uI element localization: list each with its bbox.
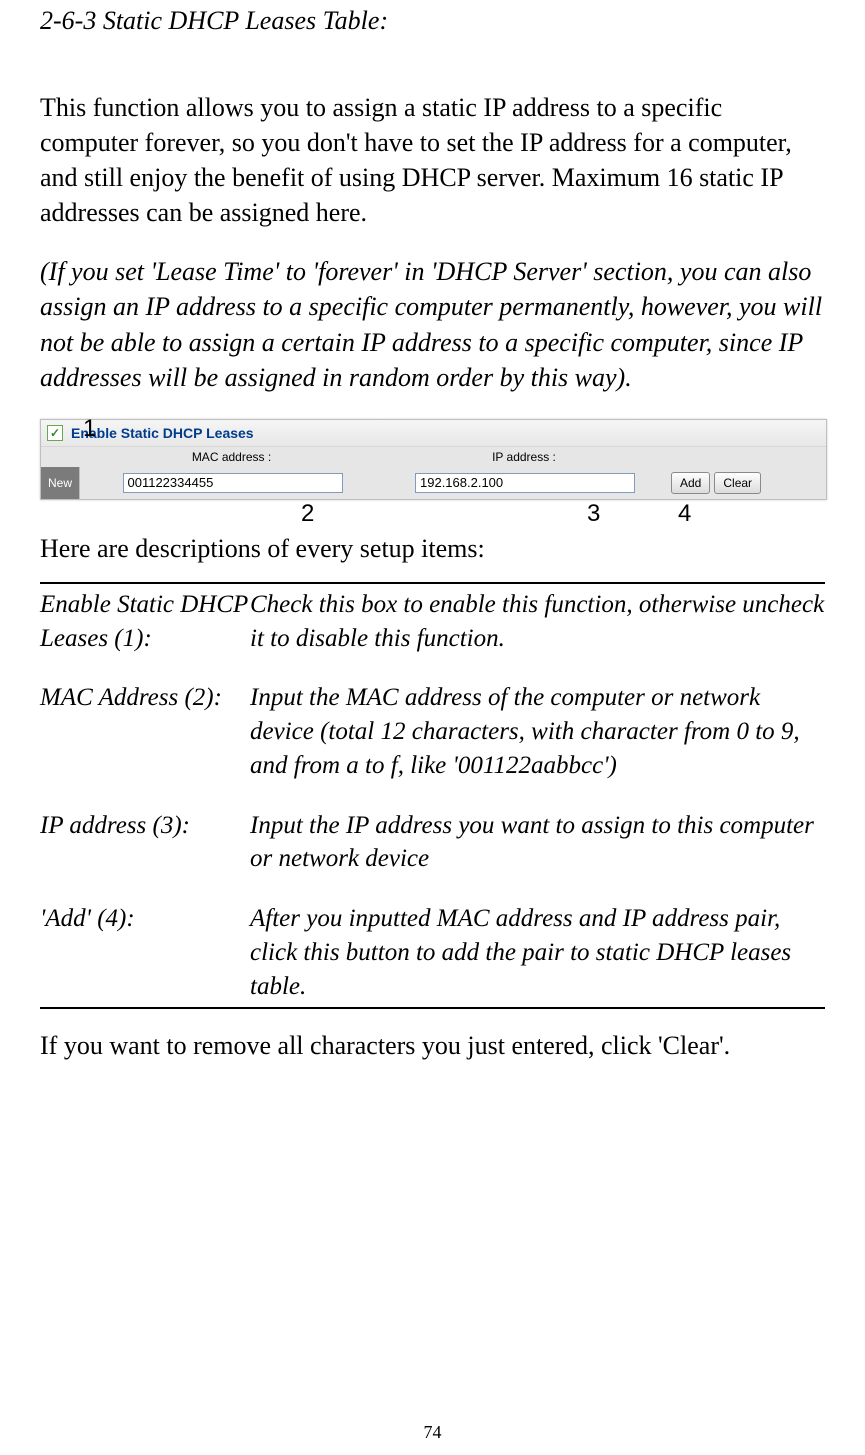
ip-column-header: IP address : (384, 450, 664, 464)
enable-checkbox[interactable]: ✓ (47, 425, 63, 441)
mac-column-header: MAC address : (79, 450, 384, 464)
description-table: Enable Static DHCP Leases (1): Check thi… (40, 588, 825, 1008)
callout-1: 1 (83, 415, 96, 443)
table-row: IP address (3): Input the IP address you… (40, 809, 825, 903)
entry-row: New Add Clear (41, 467, 826, 499)
paragraph-note: (If you set 'Lease Time' to 'forever' in… (40, 254, 825, 394)
desc-text-enable: Check this box to enable this function, … (250, 588, 825, 682)
paragraph-intro: This function allows you to assign a sta… (40, 90, 825, 230)
desc-label-add: 'Add' (4): (40, 902, 250, 1007)
desc-text-mac: Input the MAC address of the computer or… (250, 681, 825, 808)
description-intro: Here are descriptions of every setup ite… (40, 534, 825, 564)
ip-cell (385, 473, 665, 493)
dhcp-lease-ui: ✓ Enable Static DHCP Leases MAC address … (40, 419, 827, 500)
desc-text-ip: Input the IP address you want to assign … (250, 809, 825, 903)
desc-text-add: After you inputted MAC address and IP ad… (250, 902, 825, 1007)
button-cell: Add Clear (665, 472, 826, 494)
table-row: 'Add' (4): After you inputted MAC addres… (40, 902, 825, 1007)
callout-3: 3 (587, 500, 600, 528)
new-row-label: New (41, 467, 80, 499)
document-page: 2-6-3 Static DHCP Leases Table: This fun… (0, 6, 865, 1455)
mac-cell (80, 473, 385, 493)
ip-address-input[interactable] (415, 473, 635, 493)
desc-label-ip: IP address (3): (40, 809, 250, 903)
column-header-row: MAC address : IP address : (41, 447, 826, 467)
callout-2: 2 (301, 500, 314, 528)
mac-address-input[interactable] (123, 473, 343, 493)
screenshot-container: 1 ✓ Enable Static DHCP Leases MAC addres… (40, 419, 825, 500)
enable-label: Enable Static DHCP Leases (71, 425, 254, 441)
desc-label-enable: Enable Static DHCP Leases (1): (40, 588, 250, 682)
divider-top (40, 582, 825, 584)
callout-4: 4 (678, 500, 691, 528)
desc-label-mac: MAC Address (2): (40, 681, 250, 808)
paragraph-footer: If you want to remove all characters you… (40, 1031, 825, 1061)
add-button[interactable]: Add (671, 472, 710, 494)
section-title: 2-6-3 Static DHCP Leases Table: (40, 6, 825, 36)
table-row: Enable Static DHCP Leases (1): Check thi… (40, 588, 825, 682)
enable-row: ✓ Enable Static DHCP Leases (41, 420, 826, 447)
divider-bottom (40, 1007, 825, 1009)
table-row: MAC Address (2): Input the MAC address o… (40, 681, 825, 808)
clear-button[interactable]: Clear (714, 472, 761, 494)
page-number: 74 (0, 1422, 865, 1443)
